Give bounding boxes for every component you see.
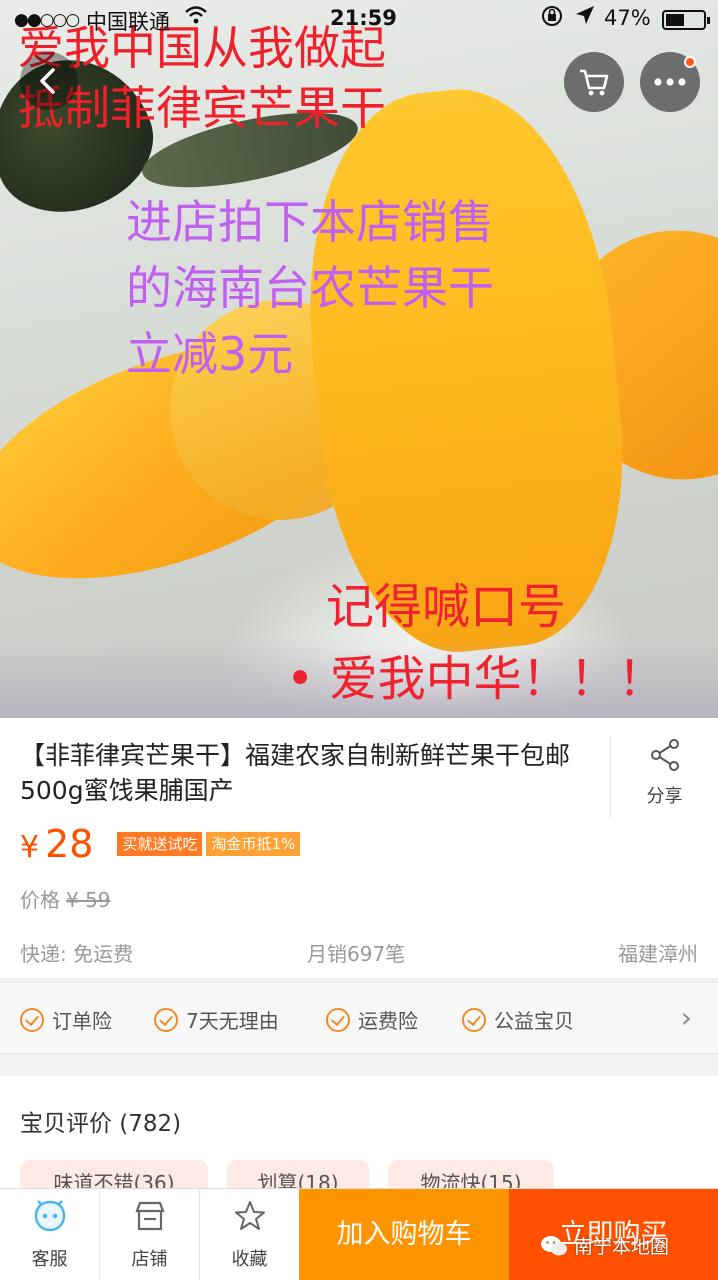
coin-badge: 淘金币抵1% bbox=[206, 832, 301, 856]
status-bar: ●●○○○ 中国联通 21:59 47% bbox=[0, 0, 718, 40]
overlay-promo-2: 的海南台农芒果干 bbox=[126, 261, 494, 315]
check-icon bbox=[326, 1007, 350, 1032]
meta-row: 快递: 免运费 月销697笔 福建漳州 bbox=[20, 938, 698, 967]
wechat-icon bbox=[541, 1235, 567, 1255]
wifi-icon bbox=[184, 4, 208, 31]
back-icon bbox=[40, 68, 55, 94]
reviews-title[interactable]: 宝贝评价 (782) bbox=[20, 1104, 181, 1138]
ship-location: 福建漳州 bbox=[618, 942, 698, 966]
location-icon bbox=[574, 4, 596, 31]
cart-button[interactable] bbox=[564, 52, 624, 112]
cart-icon bbox=[580, 69, 609, 96]
guarantee-7day-return: 7天无理由 bbox=[154, 1005, 279, 1034]
share-label: 分享 bbox=[646, 786, 683, 807]
overlay-promo-1: 进店拍下本店销售 bbox=[126, 195, 494, 249]
watermark-text: 南宁本地圈 bbox=[574, 1236, 670, 1258]
check-icon bbox=[462, 1007, 486, 1032]
overlay-promo-3: 立减3元 bbox=[126, 327, 294, 381]
product-image[interactable]: 爱我中国从我做起 抵制菲律宾芒果干 进店拍下本店销售 的海南台农芒果干 立减3元… bbox=[0, 0, 718, 718]
monthly-sales: 月销697笔 bbox=[307, 942, 406, 966]
more-icon bbox=[654, 78, 686, 86]
share-button[interactable]: 分享 bbox=[610, 736, 718, 818]
service-guarantees[interactable]: 订单险 7天无理由 运费险 公益宝贝 › bbox=[0, 982, 718, 1054]
customer-service-icon bbox=[34, 1200, 66, 1232]
shipping-info: 快递: 免运费 bbox=[20, 942, 134, 966]
overlay-remember: 记得喊口号 bbox=[326, 579, 567, 635]
customer-service-label: 客服 bbox=[31, 1249, 68, 1270]
shop-label: 店铺 bbox=[131, 1249, 168, 1270]
add-to-cart-button[interactable]: 加入购物车 bbox=[299, 1189, 509, 1280]
price: ¥28 bbox=[20, 822, 94, 866]
overlay-shout: • 爱我中华！！！ bbox=[286, 651, 666, 707]
back-button[interactable] bbox=[20, 52, 78, 110]
battery-percent: 47% bbox=[604, 6, 651, 30]
guarantee-shipping-insurance: 运费险 bbox=[326, 1005, 418, 1034]
shop-icon bbox=[135, 1201, 165, 1231]
battery-icon bbox=[662, 10, 710, 30]
chevron-right-icon[interactable]: › bbox=[681, 1001, 692, 1034]
shop-button[interactable]: 店铺 bbox=[100, 1189, 200, 1280]
favorite-button[interactable]: 收藏 bbox=[200, 1189, 300, 1280]
carrier-name: 中国联通 bbox=[86, 10, 170, 34]
check-icon bbox=[20, 1007, 44, 1032]
guarantee-charity: 公益宝贝 bbox=[462, 1005, 574, 1034]
promo-badge: 买就送试吃 bbox=[117, 832, 203, 856]
product-info: 【非菲律宾芒果干】福建农家自制新鲜芒果干包邮500g蜜饯果脯国产 分享 ¥28 … bbox=[0, 718, 718, 978]
signal-strength: ●●○○○ bbox=[14, 10, 80, 30]
original-price: 价格 ¥ 59 bbox=[20, 888, 111, 912]
star-icon bbox=[235, 1201, 265, 1230]
price-row: ¥28 买就送试吃 淘金币抵1% bbox=[20, 822, 301, 866]
customer-service-button[interactable]: 客服 bbox=[0, 1189, 100, 1280]
rotation-lock-icon bbox=[540, 4, 564, 33]
check-icon bbox=[154, 1007, 178, 1032]
share-icon bbox=[650, 739, 679, 771]
favorite-label: 收藏 bbox=[231, 1249, 268, 1270]
clock: 21:59 bbox=[330, 6, 397, 30]
guarantee-order-insurance: 订单险 bbox=[20, 1005, 112, 1034]
notification-dot bbox=[684, 56, 696, 68]
more-button[interactable] bbox=[640, 52, 700, 112]
product-title: 【非菲律宾芒果干】福建农家自制新鲜芒果干包邮500g蜜饯果脯国产 bbox=[20, 741, 571, 805]
watermark: 南宁本地圈 bbox=[540, 1232, 669, 1259]
